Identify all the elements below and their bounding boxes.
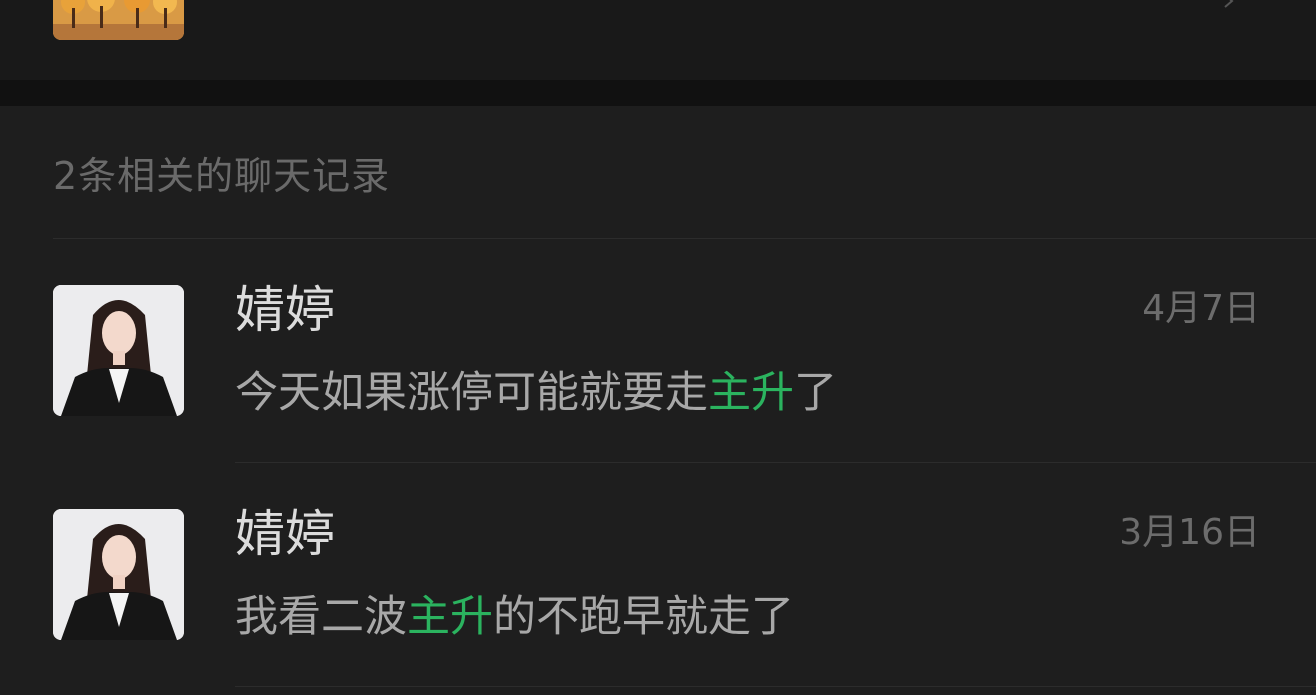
contact-thumbnail <box>53 0 184 40</box>
message-preview: 今天如果涨停可能就要走主升了 <box>235 367 837 419</box>
avatar-portrait-image <box>53 285 184 416</box>
sender-name: 婧婷 <box>235 505 335 563</box>
chat-records-section: 2条相关的聊天记录 婧婷 4月7日 今天如果涨停可能就要走主升了 婧婷 3月16… <box>0 106 1316 695</box>
preview-text: 的不跑早就走了 <box>493 592 794 642</box>
message-preview: 我看二波主升的不跑早就走了 <box>235 591 794 643</box>
chat-record-item[interactable]: 婧婷 3月16日 我看二波主升的不跑早就走了 <box>0 463 1316 687</box>
message-date: 4月7日 <box>1142 288 1260 329</box>
preview-text: 了 <box>794 368 837 418</box>
preview-text: 我看二波 <box>235 592 407 642</box>
divider <box>235 686 1316 687</box>
preview-text: 今天如果涨停可能就要走 <box>235 368 708 418</box>
avatar-portrait-image <box>53 509 184 640</box>
keyword-highlight: 主升 <box>407 592 493 642</box>
avatar <box>53 509 184 640</box>
chat-record-item[interactable]: 婧婷 4月7日 今天如果涨停可能就要走主升了 <box>0 239 1316 463</box>
search-results-page: 2条相关的聊天记录 婧婷 4月7日 今天如果涨停可能就要走主升了 婧婷 3月16… <box>0 0 1316 695</box>
chevron-right-icon <box>1224 0 1234 8</box>
contact-card-partial[interactable] <box>0 0 1316 80</box>
autumn-trees-image <box>53 0 184 40</box>
section-title: 2条相关的聊天记录 <box>53 154 391 198</box>
avatar <box>53 285 184 416</box>
message-date: 3月16日 <box>1119 512 1260 553</box>
keyword-highlight: 主升 <box>708 368 794 418</box>
sender-name: 婧婷 <box>235 281 335 339</box>
section-separator <box>0 80 1316 106</box>
